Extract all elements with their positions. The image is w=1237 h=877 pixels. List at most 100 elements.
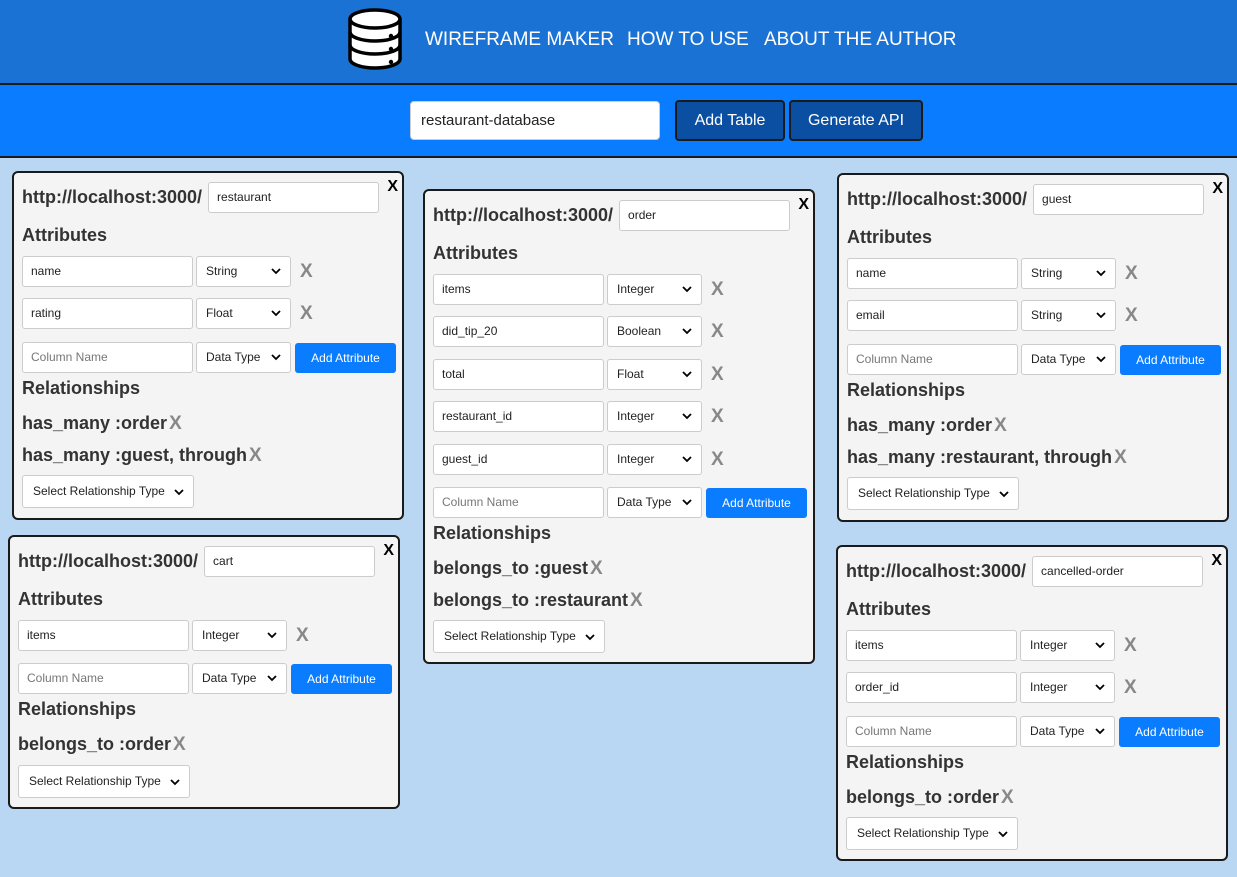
delete-attribute-button[interactable]: X bbox=[711, 449, 724, 471]
attribute-name-input[interactable]: email bbox=[847, 300, 1018, 331]
delete-attribute-button[interactable]: X bbox=[711, 406, 724, 428]
attribute-type-select[interactable]: Integer bbox=[1020, 672, 1115, 703]
delete-attribute-button[interactable]: X bbox=[1125, 305, 1138, 327]
delete-relationship-button[interactable]: X bbox=[630, 590, 643, 611]
attribute-row: did_tip_20 Boolean X bbox=[433, 316, 724, 347]
attribute-name-input[interactable]: items bbox=[18, 620, 189, 651]
data-type-select[interactable]: Data Type bbox=[1020, 716, 1115, 747]
chevron-down-icon bbox=[999, 491, 1009, 498]
database-icon[interactable] bbox=[346, 7, 404, 71]
attribute-name-input[interactable]: items bbox=[433, 274, 604, 305]
add-attribute-button[interactable]: Add Attribute bbox=[706, 487, 807, 518]
attribute-name-input[interactable]: total bbox=[433, 359, 604, 390]
attribute-name-input[interactable]: name bbox=[22, 256, 193, 287]
data-type-select[interactable]: Data Type bbox=[1021, 344, 1116, 375]
url-prefix: http://localhost:3000/ bbox=[433, 204, 614, 225]
generate-api-button[interactable]: Generate API bbox=[789, 100, 923, 141]
nav-how-to-use[interactable]: HOW TO USE bbox=[627, 29, 749, 51]
nav-wireframe-maker[interactable]: WIREFRAME MAKER bbox=[425, 29, 614, 51]
data-type-select[interactable]: Data Type bbox=[607, 487, 702, 518]
data-type-select[interactable]: Data Type bbox=[196, 342, 291, 373]
relationship-label: has_many :order bbox=[847, 415, 993, 435]
add-attribute-button[interactable]: Add Attribute bbox=[291, 663, 392, 694]
chevron-down-icon bbox=[267, 675, 277, 682]
add-attribute-button[interactable]: Add Attribute bbox=[1120, 344, 1221, 375]
database-name-input[interactable]: restaurant-database bbox=[410, 101, 660, 140]
attributes-title: Attributes bbox=[846, 599, 931, 619]
delete-relationship-button[interactable]: X bbox=[249, 445, 262, 466]
table-url-row: http://localhost:3000/ restaurant bbox=[22, 181, 380, 213]
delete-relationship-button[interactable]: X bbox=[169, 413, 182, 434]
type-select-value: Integer bbox=[202, 628, 240, 642]
delete-attribute-button[interactable]: X bbox=[711, 279, 724, 301]
rel-select-value: Select Relationship Type bbox=[33, 484, 165, 498]
delete-attribute-button[interactable]: X bbox=[711, 321, 724, 343]
attribute-type-select[interactable]: Integer bbox=[607, 401, 702, 432]
attribute-type-select[interactable]: Float bbox=[607, 359, 702, 390]
attribute-type-select[interactable]: Float bbox=[196, 298, 291, 329]
delete-attribute-button[interactable]: X bbox=[296, 625, 309, 647]
attribute-name-input[interactable]: guest_id bbox=[433, 444, 604, 475]
close-table-button[interactable]: X bbox=[1212, 180, 1223, 198]
attribute-type-select[interactable]: Integer bbox=[607, 444, 702, 475]
attribute-name-input[interactable]: rating bbox=[22, 298, 193, 329]
attribute-type-select[interactable]: Boolean bbox=[607, 316, 702, 347]
delete-attribute-button[interactable]: X bbox=[1124, 635, 1137, 657]
delete-relationship-button[interactable]: X bbox=[1001, 787, 1014, 808]
delete-attribute-button[interactable]: X bbox=[711, 364, 724, 386]
column-name-input[interactable]: Column Name bbox=[847, 344, 1018, 375]
close-table-button[interactable]: X bbox=[798, 196, 809, 214]
delete-relationship-button[interactable]: X bbox=[1114, 447, 1127, 468]
delete-attribute-button[interactable]: X bbox=[1124, 677, 1137, 699]
relationship-type-select[interactable]: Select Relationship Type bbox=[22, 475, 194, 508]
rel-select-value: Select Relationship Type bbox=[29, 774, 161, 788]
column-name-input[interactable]: Column Name bbox=[18, 663, 189, 694]
table-name-input[interactable]: cancelled-order bbox=[1032, 555, 1204, 587]
attribute-type-select[interactable]: String bbox=[196, 256, 291, 287]
table-card-guest: X http://localhost:3000/ guest Attribute… bbox=[837, 173, 1229, 522]
data-type-select[interactable]: Data Type bbox=[192, 663, 287, 694]
close-table-button[interactable]: X bbox=[383, 542, 394, 560]
attribute-row: total Float X bbox=[433, 359, 724, 390]
add-table-button[interactable]: Add Table bbox=[675, 100, 785, 141]
table-name-input[interactable]: order bbox=[619, 199, 791, 231]
attribute-name-input[interactable]: items bbox=[846, 630, 1017, 661]
delete-relationship-button[interactable]: X bbox=[173, 734, 186, 755]
table-name-input[interactable]: restaurant bbox=[208, 181, 380, 213]
delete-attribute-button[interactable]: X bbox=[300, 261, 313, 283]
close-table-button[interactable]: X bbox=[1211, 552, 1222, 570]
column-name-input[interactable]: Column Name bbox=[846, 716, 1017, 747]
attribute-type-select[interactable]: Integer bbox=[1020, 630, 1115, 661]
table-name-input[interactable]: guest bbox=[1033, 183, 1205, 215]
table-name-input[interactable]: cart bbox=[204, 545, 376, 577]
relationship-type-select[interactable]: Select Relationship Type bbox=[846, 817, 1018, 850]
delete-attribute-button[interactable]: X bbox=[300, 303, 313, 325]
relationship-type-select[interactable]: Select Relationship Type bbox=[433, 620, 605, 653]
relationship-type-select[interactable]: Select Relationship Type bbox=[18, 765, 190, 798]
type-select-value: Integer bbox=[617, 452, 655, 466]
attribute-name-input[interactable]: did_tip_20 bbox=[433, 316, 604, 347]
nav-about-author[interactable]: ABOUT THE AUTHOR bbox=[764, 29, 957, 51]
column-name-input[interactable]: Column Name bbox=[22, 342, 193, 373]
type-select-value: Integer bbox=[1030, 680, 1068, 694]
add-attribute-button[interactable]: Add Attribute bbox=[1119, 716, 1220, 747]
attribute-type-select[interactable]: Integer bbox=[607, 274, 702, 305]
attribute-name-input[interactable]: order_id bbox=[846, 672, 1017, 703]
relationship-type-select[interactable]: Select Relationship Type bbox=[847, 477, 1019, 510]
attribute-name-input[interactable]: restaurant_id bbox=[433, 401, 604, 432]
attribute-row: order_id Integer X bbox=[846, 672, 1137, 703]
delete-attribute-button[interactable]: X bbox=[1125, 263, 1138, 285]
attributes-title: Attributes bbox=[847, 227, 932, 247]
close-table-button[interactable]: X bbox=[387, 178, 398, 196]
type-select-value: Data Type bbox=[1030, 724, 1085, 738]
add-attribute-button[interactable]: Add Attribute bbox=[295, 342, 396, 373]
delete-relationship-button[interactable]: X bbox=[590, 558, 603, 579]
delete-relationship-button[interactable]: X bbox=[994, 415, 1007, 436]
attribute-type-select[interactable]: Integer bbox=[192, 620, 287, 651]
attribute-type-select[interactable]: String bbox=[1021, 300, 1116, 331]
attribute-type-select[interactable]: String bbox=[1021, 258, 1116, 289]
column-name-input[interactable]: Column Name bbox=[433, 487, 604, 518]
attribute-name-input[interactable]: name bbox=[847, 258, 1018, 289]
relationships-title: Relationships bbox=[847, 380, 966, 400]
relationship-label: belongs_to :order bbox=[846, 787, 1000, 807]
